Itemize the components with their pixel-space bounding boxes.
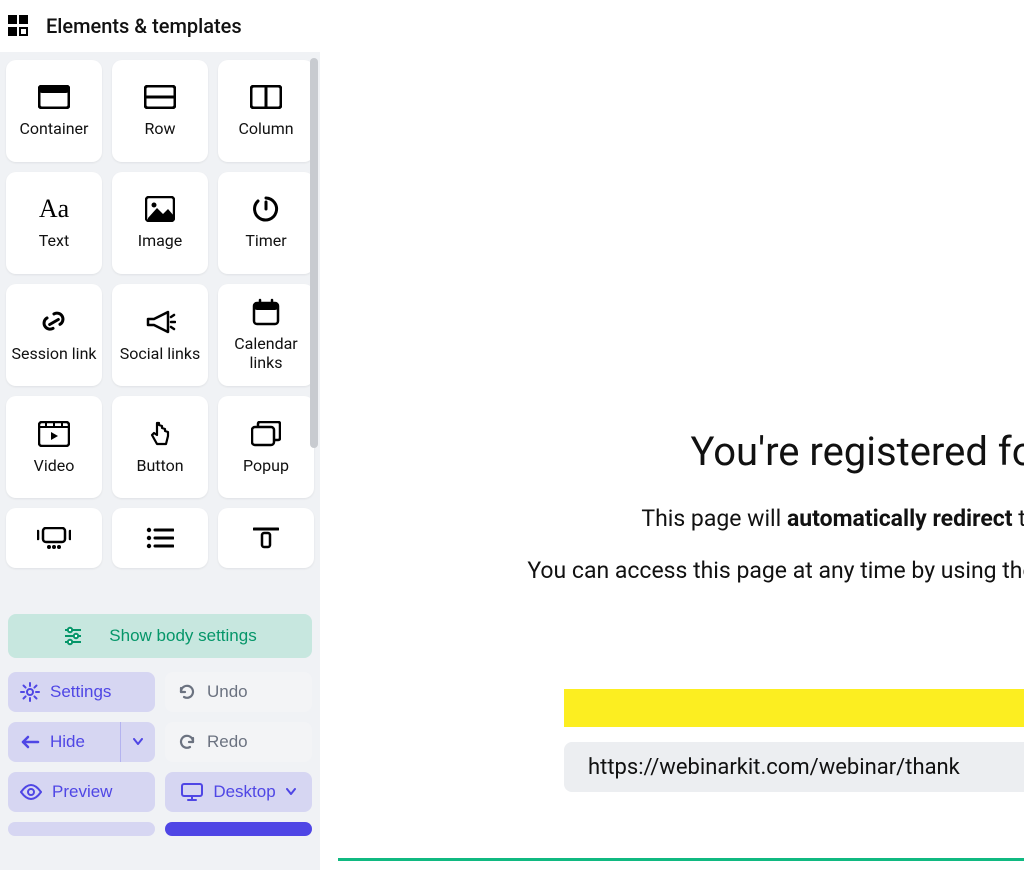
- editor-canvas[interactable]: You're registered fo This page will auto…: [320, 0, 1024, 870]
- dashboard-icon[interactable]: [8, 15, 30, 37]
- tile-label: Container: [20, 119, 89, 138]
- undo-icon: [177, 682, 197, 702]
- tile-column[interactable]: Column: [218, 60, 314, 162]
- headline-text[interactable]: You're registered fo: [320, 428, 1024, 475]
- body-settings-label: Show body settings: [109, 626, 256, 646]
- container-icon: [37, 83, 71, 111]
- tile-label: Row: [144, 119, 175, 138]
- tile-image[interactable]: Image: [112, 172, 208, 274]
- elements-scroll: Container Row Column Aa Text: [0, 52, 320, 600]
- list-icon: [143, 524, 177, 552]
- show-body-settings-button[interactable]: Show body settings: [8, 614, 312, 658]
- undo-button[interactable]: Undo: [165, 672, 312, 712]
- subtext-1[interactable]: This page will automatically redirect to: [320, 505, 1024, 532]
- timer-icon: [249, 195, 283, 223]
- gear-icon: [20, 682, 40, 702]
- tile-row[interactable]: Row: [112, 60, 208, 162]
- tile-label: Session link: [11, 344, 96, 363]
- subtext-2[interactable]: You can access this page at any time by …: [320, 557, 1024, 584]
- column-icon: [249, 83, 283, 111]
- tile-button[interactable]: Button: [112, 396, 208, 498]
- tile-label: Timer: [245, 231, 286, 250]
- pointer-icon: [143, 420, 177, 448]
- tile-timer[interactable]: Timer: [218, 172, 314, 274]
- image-icon: [143, 195, 177, 223]
- tile-popup[interactable]: Popup: [218, 396, 314, 498]
- partial-action-button[interactable]: [8, 822, 155, 836]
- desktop-label: Desktop: [213, 782, 275, 802]
- subtext-1-bold: automatically redirect: [787, 505, 1013, 532]
- preview-button[interactable]: Preview: [8, 772, 155, 812]
- row-icon: [143, 83, 177, 111]
- hide-label: Hide: [50, 732, 85, 752]
- settings-label: Settings: [50, 682, 111, 702]
- tile-partial-1[interactable]: [6, 508, 102, 568]
- undo-label: Undo: [207, 682, 248, 702]
- scrollbar-thumb[interactable]: [310, 58, 318, 448]
- redo-label: Redo: [207, 732, 248, 752]
- url-display-box[interactable]: https://webinarkit.com/webinar/thank: [564, 742, 1024, 792]
- hide-button[interactable]: Hide: [8, 722, 121, 762]
- reminder-heading[interactable]: Set a re: [320, 822, 1024, 847]
- hide-dropdown-button[interactable]: [121, 722, 155, 762]
- partial-solid-button[interactable]: [165, 822, 312, 836]
- desktop-icon: [181, 783, 203, 801]
- tile-session-link[interactable]: Session link: [6, 284, 102, 386]
- elements-sidebar: Elements & templates Container Row Colu: [0, 0, 320, 870]
- tile-text[interactable]: Aa Text: [6, 172, 102, 274]
- sidebar-header: Elements & templates: [0, 0, 320, 52]
- tile-label: Button: [136, 456, 183, 475]
- carousel-icon: [37, 524, 71, 552]
- redo-button[interactable]: Redo: [165, 722, 312, 762]
- divider-line: [338, 858, 1024, 861]
- popup-icon: [249, 420, 283, 448]
- preview-label: Preview: [52, 782, 112, 802]
- subtext-1-suffix: to: [1013, 505, 1024, 532]
- tile-label: Column: [238, 119, 293, 138]
- tile-social-links[interactable]: Social links: [112, 284, 208, 386]
- tile-label: Image: [138, 231, 183, 250]
- tile-label: Social links: [120, 344, 200, 363]
- align-top-icon: [249, 524, 283, 552]
- tile-label: Popup: [243, 456, 289, 475]
- subtext-1-prefix: This page will: [641, 505, 787, 532]
- arrow-left-icon: [20, 735, 40, 749]
- tile-partial-2[interactable]: [112, 508, 208, 568]
- sliders-icon: [63, 626, 83, 646]
- redo-icon: [177, 732, 197, 752]
- desktop-dropdown-button[interactable]: Desktop: [165, 772, 312, 812]
- sidebar-title: Elements & templates: [46, 14, 242, 38]
- settings-button[interactable]: Settings: [8, 672, 155, 712]
- hide-button-group: Hide: [8, 722, 155, 762]
- link-icon: [37, 308, 71, 336]
- eye-icon: [20, 784, 42, 800]
- video-icon: [37, 420, 71, 448]
- text-icon: Aa: [37, 195, 71, 223]
- tile-video[interactable]: Video: [6, 396, 102, 498]
- chevron-down-icon: [133, 738, 143, 746]
- tile-container[interactable]: Container: [6, 60, 102, 162]
- tile-partial-3[interactable]: [218, 508, 314, 568]
- tile-calendar-links[interactable]: Calendar links: [218, 284, 314, 386]
- elements-grid: Container Row Column Aa Text: [6, 60, 314, 568]
- url-text: https://webinarkit.com/webinar/thank: [588, 755, 960, 780]
- tile-label: Video: [34, 456, 75, 475]
- action-grid: Settings Undo Hide Redo Preview Desktop: [0, 672, 320, 836]
- megaphone-icon: [143, 308, 177, 336]
- calendar-icon: [249, 298, 283, 326]
- tile-label: Calendar links: [222, 334, 310, 372]
- tile-label: Text: [39, 231, 69, 250]
- highlight-band[interactable]: Your: [564, 689, 1024, 727]
- chevron-down-icon: [286, 788, 296, 796]
